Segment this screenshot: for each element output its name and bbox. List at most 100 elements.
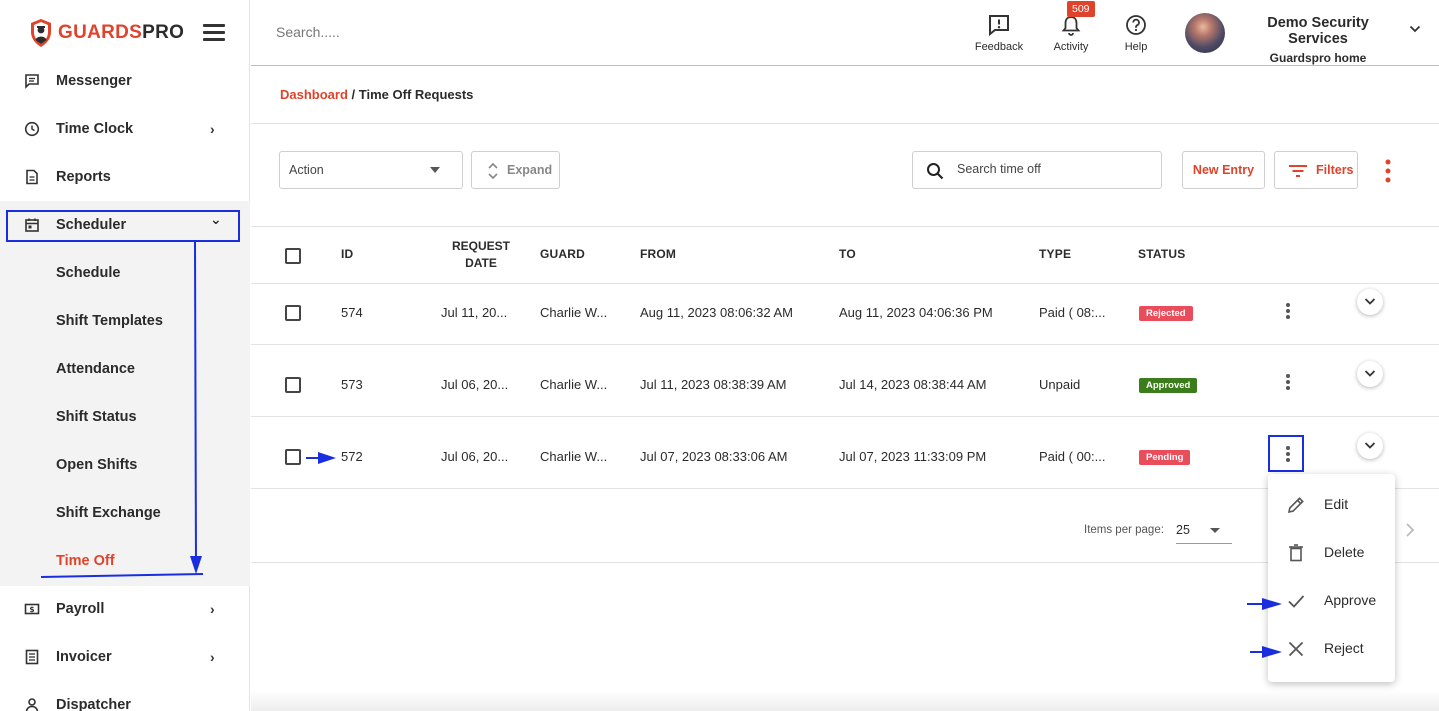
feedback-button[interactable]: Feedback xyxy=(969,14,1029,53)
column-header-from[interactable]: FROM xyxy=(640,247,676,261)
company-switcher[interactable]: Demo Security Services Guardspro home xyxy=(1240,15,1396,65)
status-badge: Pending xyxy=(1139,450,1191,465)
breadcrumb-dashboard-link[interactable]: Dashboard xyxy=(280,87,348,102)
cell-from: Jul 11, 2023 08:38:39 AM xyxy=(640,377,787,392)
sidebar-subitem-shift-status[interactable]: Shift Status xyxy=(56,409,137,425)
activity-label: Activity xyxy=(1053,41,1089,53)
sidebar-item-label: Payroll xyxy=(56,601,105,617)
row-checkbox[interactable] xyxy=(285,377,301,393)
sidebar-item-time-clock[interactable]: Time Clock › xyxy=(0,105,250,153)
chevron-right-icon[interactable] xyxy=(1405,522,1415,538)
menu-item-reject[interactable]: Reject xyxy=(1268,625,1395,673)
divider xyxy=(251,344,1439,345)
row-expand-button[interactable] xyxy=(1357,433,1383,459)
help-label: Help xyxy=(1124,41,1148,53)
cell-from: Jul 07, 2023 08:33:06 AM xyxy=(640,449,788,464)
annotation-highlight-row-actions xyxy=(1268,435,1304,472)
sidebar-item-messenger[interactable]: Messenger xyxy=(0,57,250,105)
global-search-input[interactable] xyxy=(276,24,576,40)
sidebar-subitem-open-shifts[interactable]: Open Shifts xyxy=(56,457,137,473)
menu-item-delete[interactable]: Delete xyxy=(1268,529,1395,577)
activity-button[interactable]: Activity xyxy=(1041,14,1101,53)
items-per-page-label: Items per page: xyxy=(1084,524,1164,536)
filters-button-label: Filters xyxy=(1316,163,1354,177)
person-icon xyxy=(25,698,39,711)
items-per-page-value: 25 xyxy=(1176,523,1190,537)
row-checkbox[interactable] xyxy=(285,449,301,465)
items-per-page-select[interactable]: 25 xyxy=(1176,520,1232,544)
row-checkbox[interactable] xyxy=(285,305,301,321)
cell-request-date: Jul 06, 20... xyxy=(441,377,509,392)
avatar[interactable] xyxy=(1185,13,1225,53)
arrow-right-annotation xyxy=(306,452,336,464)
divider xyxy=(251,562,1439,563)
brand-name: GUARDSPRO xyxy=(58,22,185,43)
sidebar-subitem-shift-templates[interactable]: Shift Templates xyxy=(56,313,163,329)
check-icon xyxy=(1288,595,1305,608)
column-header-request-date[interactable]: REQUEST DATE xyxy=(441,238,521,272)
chevron-down-icon xyxy=(1364,370,1376,377)
column-header-id[interactable]: ID xyxy=(341,247,353,261)
divider xyxy=(251,226,1439,227)
new-entry-button[interactable]: New Entry xyxy=(1182,151,1265,189)
filters-button[interactable]: Filters xyxy=(1274,151,1358,189)
sidebar-item-label: Invoicer xyxy=(56,649,112,665)
divider xyxy=(251,416,1439,417)
company-location: Guardspro home xyxy=(1269,51,1367,65)
sidebar-subitem-schedule[interactable]: Schedule xyxy=(56,265,120,281)
column-header-status[interactable]: STATUS xyxy=(1138,247,1185,261)
more-vertical-icon[interactable] xyxy=(1380,158,1396,184)
search-icon xyxy=(927,163,944,180)
divider xyxy=(251,488,1439,489)
sidebar-subitem-shift-exchange[interactable]: Shift Exchange xyxy=(56,505,161,521)
cell-type: Paid ( 00:... xyxy=(1039,449,1106,464)
row-actions-icon[interactable] xyxy=(1285,374,1291,392)
cell-id: 573 xyxy=(341,377,363,392)
company-name: Demo Security Services xyxy=(1267,15,1369,47)
close-icon xyxy=(1288,641,1304,657)
chevron-down-icon xyxy=(1364,442,1376,449)
sidebar-subitem-attendance[interactable]: Attendance xyxy=(56,361,135,377)
row-expand-button[interactable] xyxy=(1357,289,1383,315)
help-button[interactable]: Help xyxy=(1106,14,1166,53)
cell-id: 572 xyxy=(341,449,363,464)
expand-button-label: Expand xyxy=(507,163,553,177)
cell-guard: Charlie W... xyxy=(540,305,608,320)
shield-logo-icon xyxy=(31,19,51,47)
column-header-to[interactable]: TO xyxy=(839,247,856,261)
sidebar-item-reports[interactable]: Reports xyxy=(0,153,250,201)
brand-logo[interactable]: GUARDSPRO xyxy=(30,16,184,50)
menu-item-label: Approve xyxy=(1324,592,1377,608)
bell-icon xyxy=(1061,16,1081,36)
expand-button[interactable]: Expand xyxy=(471,151,560,189)
breadcrumb: Dashboard / Time Off Requests xyxy=(280,87,473,102)
time-off-search-input[interactable] xyxy=(957,162,1147,176)
sidebar-item-payroll[interactable]: $ Payroll › xyxy=(0,585,250,633)
menu-item-label: Edit xyxy=(1324,496,1349,512)
annotation-highlight-scheduler xyxy=(6,210,240,242)
action-select[interactable]: Action xyxy=(279,151,463,189)
time-off-search[interactable] xyxy=(912,151,1162,189)
caret-down-icon xyxy=(430,167,440,173)
cell-type: Paid ( 08:... xyxy=(1039,305,1106,320)
help-icon xyxy=(1126,15,1146,35)
cell-id: 574 xyxy=(341,305,363,320)
cell-to: Aug 11, 2023 04:06:36 PM xyxy=(839,305,993,320)
select-all-checkbox[interactable] xyxy=(285,248,301,264)
chevron-down-icon[interactable] xyxy=(1409,24,1421,34)
menu-item-approve[interactable]: Approve xyxy=(1268,577,1395,625)
sidebar-subitem-time-off[interactable]: Time Off xyxy=(56,553,115,569)
sidebar-item-label: Time Clock xyxy=(56,121,134,137)
feedback-icon xyxy=(989,15,1009,36)
sidebar-item-invoicer[interactable]: Invoicer › xyxy=(0,633,250,681)
cell-to: Jul 14, 2023 08:38:44 AM xyxy=(839,377,987,392)
column-header-type[interactable]: TYPE xyxy=(1039,247,1071,261)
sidebar-item-label: Messenger xyxy=(56,73,132,89)
sidebar-item-dispatcher[interactable]: Dispatcher xyxy=(0,681,250,711)
hamburger-menu-icon[interactable] xyxy=(203,24,225,42)
column-header-guard[interactable]: GUARD xyxy=(540,247,585,261)
menu-item-edit[interactable]: Edit xyxy=(1268,481,1395,529)
activity-count-badge: 509 xyxy=(1067,1,1095,17)
row-expand-button[interactable] xyxy=(1357,361,1383,387)
row-actions-icon[interactable] xyxy=(1285,303,1291,321)
